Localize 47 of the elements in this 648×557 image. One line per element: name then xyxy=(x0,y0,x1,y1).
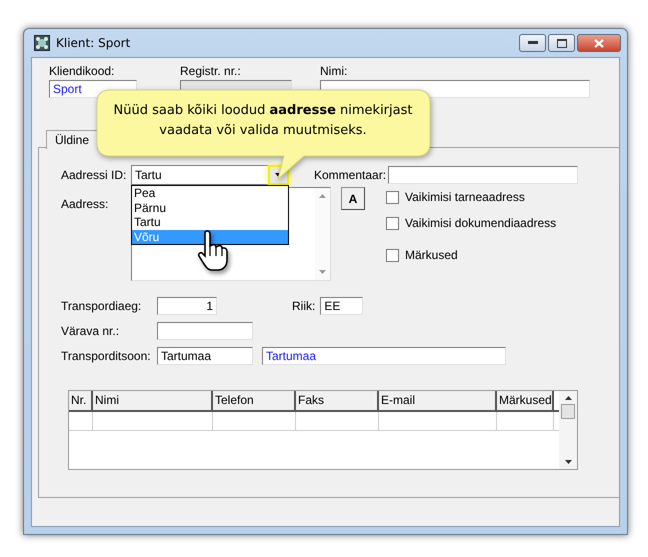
field-label: Värava nr.: xyxy=(61,324,120,338)
column-header[interactable]: Faks xyxy=(296,391,379,410)
checkbox[interactable] xyxy=(386,216,399,230)
field-label: Kliendikood: xyxy=(49,64,116,78)
tab[interactable]: Üldine xyxy=(46,130,98,149)
checkbox[interactable] xyxy=(386,248,399,262)
dropdown-option[interactable]: Pärnu xyxy=(132,200,288,215)
transport-time-field[interactable]: 1 xyxy=(157,297,217,315)
field-label: Transporditsoon: xyxy=(61,349,152,363)
checkbox-label: Vaikimisi tarneaadress xyxy=(405,190,525,204)
gate-field[interactable] xyxy=(157,322,253,340)
zone-code-field[interactable]: Tartumaa xyxy=(157,347,253,365)
close-button[interactable] xyxy=(577,34,621,52)
format-button[interactable]: A xyxy=(341,187,365,210)
scrollbar[interactable] xyxy=(559,391,577,469)
app-icon xyxy=(34,35,50,51)
dropdown-option[interactable]: Pea xyxy=(132,186,288,200)
country-field[interactable]: EE xyxy=(320,297,364,315)
minimize-icon xyxy=(528,41,538,45)
zone-name-field[interactable]: Tartumaa xyxy=(262,347,506,365)
column-header[interactable]: Nimi xyxy=(93,391,213,410)
maximize-icon xyxy=(556,38,566,48)
column-header[interactable]: Märkused xyxy=(497,391,554,410)
dropdown-option[interactable]: Tartu xyxy=(132,215,288,230)
column-header[interactable]: Nr. xyxy=(69,391,93,410)
window-title: Klient: Sport xyxy=(56,36,130,50)
minimize-button[interactable] xyxy=(519,34,546,52)
scroll-thumb[interactable] xyxy=(561,404,575,419)
field-label: Aadress: xyxy=(61,197,110,211)
comment-field[interactable] xyxy=(388,166,578,184)
field-label: Riik: xyxy=(292,299,316,313)
scroll-down-icon[interactable] xyxy=(564,460,572,464)
checkbox-label: Vaikimisi dokumendiaadress xyxy=(405,216,556,230)
callout-text: Nüüd saab kõiki loodud aadresse nimekirjast vaadata või valida muutmiseks. xyxy=(112,102,414,140)
field-label: Transpordiaeg: xyxy=(61,299,142,313)
field-label: Aadressi ID: xyxy=(61,168,128,182)
checkbox-label: Märkused xyxy=(405,248,458,262)
field-label: Nimi: xyxy=(320,64,348,78)
column-header[interactable]: E-mail xyxy=(379,391,497,410)
column-header[interactable]: Telefon xyxy=(213,391,296,410)
checkbox[interactable] xyxy=(386,190,399,204)
field-label: Registr. nr.: xyxy=(180,64,242,78)
address-id-dropdown[interactable]: Tartu xyxy=(131,165,289,185)
close-icon xyxy=(594,38,604,48)
maximize-button[interactable] xyxy=(548,34,575,52)
field-label: Kommentaar: xyxy=(314,168,386,182)
scroll-up-icon[interactable] xyxy=(564,396,572,400)
